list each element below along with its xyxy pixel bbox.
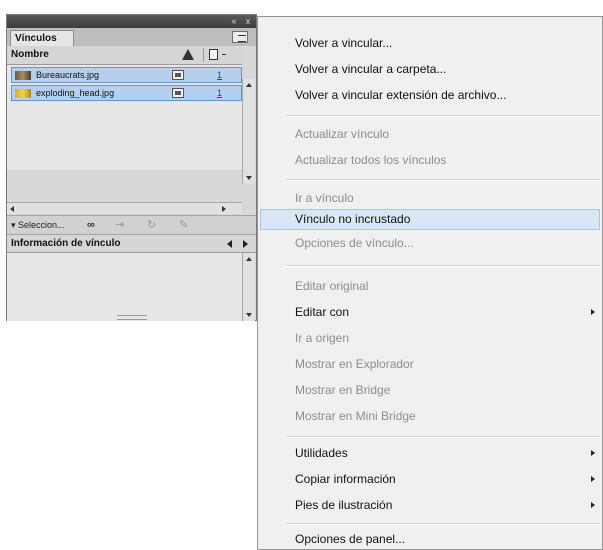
edit-original-icon[interactable]: ✎ xyxy=(179,217,188,233)
menu-item-relink[interactable]: Volver a vincular... xyxy=(295,33,392,53)
menu-icon-gutter xyxy=(258,17,284,549)
scroll-up-icon[interactable] xyxy=(246,257,252,261)
links-toolbar: ▾ Seleccion... ∞ ⇥ ↻ ✎ xyxy=(7,215,256,235)
update-link-icon[interactable]: ↻ xyxy=(147,217,156,233)
menu-item-edit-with[interactable]: Editar con xyxy=(295,302,349,322)
link-status-icon xyxy=(172,88,184,98)
panel-menu-icon[interactable] xyxy=(232,31,248,43)
menu-separator xyxy=(286,116,600,117)
table-row[interactable]: Bureaucrats.jpg 1 xyxy=(11,67,242,83)
table-row[interactable]: exploding_head.jpg 1 xyxy=(11,85,242,101)
link-name: exploding_head.jpg xyxy=(36,88,115,98)
link-status-icon xyxy=(172,70,184,80)
scroll-left-icon[interactable] xyxy=(10,206,14,212)
menu-item-relink-file-extension[interactable]: Volver a vincular extensión de archivo..… xyxy=(295,85,506,105)
column-divider xyxy=(203,48,204,62)
page-number-link[interactable]: 1 xyxy=(217,86,222,100)
menu-item-panel-options[interactable]: Opciones de panel... xyxy=(295,529,405,549)
links-list: Bureaucrats.jpg 1 exploding_head.jpg 1 xyxy=(7,65,242,170)
scroll-down-icon[interactable] xyxy=(246,313,252,317)
submenu-arrow-icon xyxy=(591,502,595,508)
scroll-up-icon[interactable] xyxy=(246,83,252,87)
link-info-title: Información de vínculo xyxy=(11,238,121,249)
close-icon[interactable]: x xyxy=(242,15,254,28)
submenu-arrow-icon xyxy=(591,450,595,456)
tab-links[interactable]: Vínculos xyxy=(10,30,74,46)
link-info-scrollbar[interactable] xyxy=(242,253,255,321)
go-to-link-icon[interactable]: ⇥ xyxy=(115,217,124,233)
menu-separator xyxy=(286,266,600,267)
panel-title-bar[interactable]: « x xyxy=(7,15,256,28)
link-info-area xyxy=(7,253,242,321)
menu-item-link-options: Opciones de vínculo... xyxy=(295,236,414,250)
show-selection-dropdown[interactable]: ▾ Seleccion... xyxy=(11,216,65,234)
link-name: Bureaucrats.jpg xyxy=(36,70,100,80)
menu-separator xyxy=(286,180,600,181)
resize-grip-icon[interactable] xyxy=(117,315,147,320)
menu-item-edit-original: Editar original xyxy=(295,279,369,293)
links-list-header: Nombre xyxy=(7,46,242,65)
links-context-menu: Volver a vincular... Volver a vincular a… xyxy=(257,16,603,550)
menu-item-update-all-links: Actualizar todos los vínculos xyxy=(295,153,447,167)
submenu-arrow-icon xyxy=(591,476,595,482)
column-name-header[interactable]: Nombre xyxy=(11,46,49,64)
menu-item-captions[interactable]: Pies de ilustración xyxy=(295,495,392,515)
menu-item-copy-info[interactable]: Copiar información xyxy=(295,469,396,489)
page-number-link[interactable]: 1 xyxy=(217,68,222,82)
submenu-arrow-icon xyxy=(591,309,595,315)
menu-item-update-link: Actualizar vínculo xyxy=(295,127,390,141)
image-thumbnail-icon xyxy=(15,89,31,98)
page-column-icon[interactable] xyxy=(209,49,218,60)
menu-item-unembed-link[interactable]: Vínculo no incrustado xyxy=(295,209,410,229)
menu-separator xyxy=(286,524,600,525)
previous-link-icon[interactable] xyxy=(227,240,232,248)
link-info-header: Información de vínculo xyxy=(7,235,256,253)
warning-icon[interactable] xyxy=(182,49,194,60)
image-thumbnail-icon xyxy=(15,71,31,80)
relink-icon[interactable]: ∞ xyxy=(87,217,95,233)
page-column-sort-icon[interactable] xyxy=(222,54,226,55)
menu-item-utilities[interactable]: Utilidades xyxy=(295,443,348,463)
scroll-right-icon[interactable] xyxy=(222,206,226,212)
links-list-vertical-scrollbar[interactable] xyxy=(242,79,255,184)
links-list-horizontal-scrollbar[interactable] xyxy=(7,202,242,214)
collapse-icon[interactable]: « xyxy=(228,15,240,28)
next-link-icon[interactable] xyxy=(243,240,248,248)
menu-item-reveal-in-bridge: Mostrar en Bridge xyxy=(295,383,391,397)
menu-item-reveal-in-mini-bridge: Mostrar en Mini Bridge xyxy=(295,409,416,423)
menu-item-reveal-in-explorer: Mostrar en Explorador xyxy=(295,357,414,371)
links-panel: « x Vínculos Nombre Bureaucrats.jpg 1 ex… xyxy=(6,14,257,321)
panel-content: Nombre Bureaucrats.jpg 1 exploding_head.… xyxy=(7,46,256,321)
menu-separator xyxy=(286,437,600,438)
scroll-down-icon[interactable] xyxy=(246,176,252,180)
menu-item-relink-to-folder[interactable]: Volver a vincular a carpeta... xyxy=(295,59,446,79)
menu-item-go-to-link: Ir a vínculo xyxy=(295,191,354,205)
menu-item-go-to-source: Ir a origen xyxy=(295,331,350,345)
